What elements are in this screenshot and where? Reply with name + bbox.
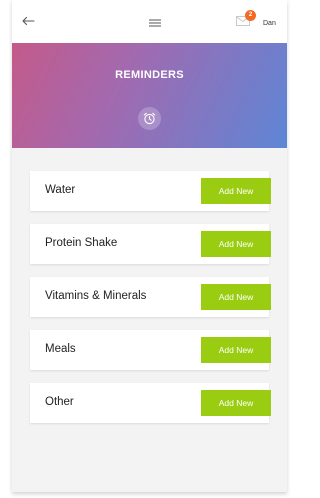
top-bar: 2 Dan xyxy=(12,0,287,43)
reminder-label: Other xyxy=(45,396,74,408)
reminder-card-vitamins-minerals: Vitamins & Minerals Add New xyxy=(30,277,271,317)
alarm-clock-icon xyxy=(143,112,156,125)
notification-badge: 2 xyxy=(245,10,256,21)
reminder-label: Meals xyxy=(45,343,76,355)
reminder-card-meals: Meals Add New xyxy=(30,330,271,370)
add-new-button[interactable]: Add New xyxy=(201,284,271,310)
add-new-button[interactable]: Add New xyxy=(201,178,271,204)
reminder-card-protein-shake: Protein Shake Add New xyxy=(30,224,271,264)
user-name[interactable]: Dan xyxy=(263,20,276,27)
app-screen: 2 Dan REMINDERS Water Add New Protein Sh… xyxy=(12,0,287,492)
reminder-card-water: Water Add New xyxy=(30,171,271,211)
reminder-label: Water xyxy=(45,184,76,196)
header-banner: REMINDERS xyxy=(12,43,287,148)
add-new-button[interactable]: Add New xyxy=(201,390,271,416)
reminder-label: Protein Shake xyxy=(45,237,118,249)
reminder-label: Vitamins & Minerals xyxy=(45,290,147,302)
notifications-button[interactable]: 2 xyxy=(236,10,256,30)
add-new-button[interactable]: Add New xyxy=(201,337,271,363)
reminder-card-other: Other Add New xyxy=(30,383,271,423)
page-title: REMINDERS xyxy=(115,69,184,81)
hamburger-menu-icon[interactable] xyxy=(149,19,161,27)
alarm-badge xyxy=(138,107,161,130)
arrow-left-icon[interactable] xyxy=(21,16,35,26)
add-new-button[interactable]: Add New xyxy=(201,231,271,257)
